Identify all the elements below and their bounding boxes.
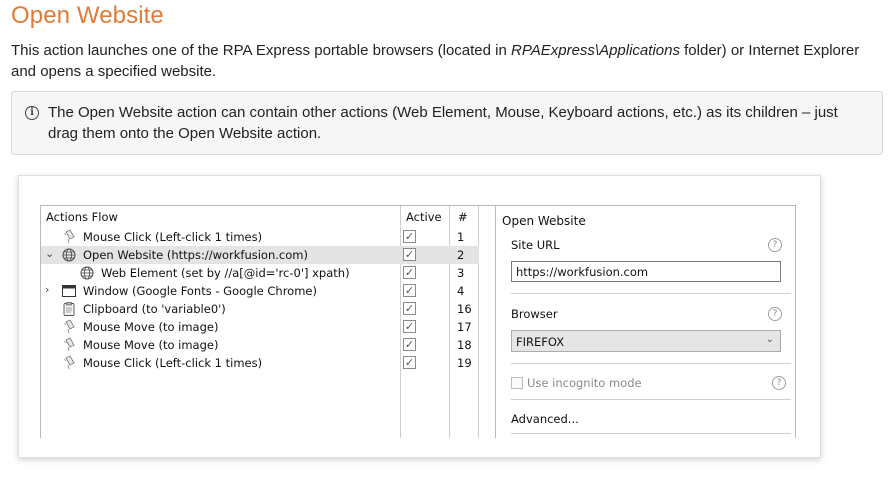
intro-paragraph: This action launches one of the RPA Expr… [11,40,881,82]
active-checkbox[interactable]: ✓ [403,284,416,297]
window-icon [61,283,77,299]
page-title: Open Website [11,2,164,29]
chevron-down-icon[interactable]: ⌄ [45,247,55,260]
site-url-help-icon[interactable]: ? [768,238,782,252]
table-row[interactable]: Mouse Click (Left-click 1 times) ✓ 1 [41,228,479,246]
action-number: 18 [457,338,472,352]
actions-flow-panel: Actions Flow Active # Mouse Click (Left-… [40,205,502,438]
action-label: Mouse Click (Left-click 1 times) [83,230,263,244]
browser-select-value: FIREFOX [516,335,565,349]
active-checkbox[interactable]: ✓ [403,248,416,261]
action-number: 4 [457,284,465,298]
column-header-number[interactable]: # [458,210,468,224]
mouse-icon [61,337,77,353]
table-row[interactable]: Mouse Click (Left-click 1 times) ✓ 19 [41,354,479,372]
column-header-actions-flow[interactable]: Actions Flow [46,210,118,224]
section-divider [511,293,791,294]
incognito-checkbox[interactable]: Use incognito mode [511,376,642,390]
section-divider [511,399,791,400]
intro-text-start: This action launches one of the RPA Expr… [11,42,511,59]
incognito-help-icon[interactable]: ? [772,376,786,390]
action-number: 16 [457,302,472,316]
table-row[interactable]: › Window (Google Fonts - Google Chrome) ✓ 4 [41,282,479,300]
globe-icon [61,247,77,263]
section-divider [511,433,791,434]
info-note: i The Open Website action can contain ot… [11,91,883,155]
active-checkbox[interactable]: ✓ [403,356,416,369]
mouse-icon [61,229,77,245]
action-label: Clipboard (to 'variable0') [83,302,226,316]
action-label: Mouse Move (to image) [83,320,219,334]
incognito-label: Use incognito mode [527,376,642,390]
action-label: Web Element (set by //a[@id='rc-0'] xpat… [101,266,350,280]
checkbox-box[interactable] [511,377,523,389]
action-number: 1 [457,230,465,244]
browser-label: Browser [511,307,558,321]
table-row[interactable]: Clipboard (to 'variable0') ✓ 16 [41,300,479,318]
site-url-label: Site URL [511,238,560,252]
action-number: 2 [457,248,465,262]
site-url-input[interactable]: https://workfusion.com [511,261,781,282]
active-checkbox[interactable]: ✓ [403,266,416,279]
properties-title: Open Website [502,214,586,228]
browser-help-icon[interactable]: ? [768,307,782,321]
column-header-active[interactable]: Active [406,210,442,224]
active-checkbox[interactable]: ✓ [403,338,416,351]
advanced-link[interactable]: Advanced... [511,412,579,426]
screenshot-panel: Actions Flow Active # Mouse Click (Left-… [18,175,821,458]
table-row[interactable]: Mouse Move (to image) ✓ 18 [41,336,479,354]
intro-path: RPAExpress\Applications [511,42,680,59]
active-checkbox[interactable]: ✓ [403,302,416,315]
table-row[interactable]: Web Element (set by //a[@id='rc-0'] xpat… [41,264,479,282]
action-number: 19 [457,356,472,370]
actions-flow-header: Actions Flow Active # [41,206,501,225]
table-row[interactable]: ⌄ Open Website (https://workfusion.com) ✓ 2 [41,246,479,264]
section-divider [511,363,791,364]
globe-icon [79,265,95,281]
active-checkbox[interactable]: ✓ [403,230,416,243]
note-text: The Open Website action can contain othe… [48,104,838,142]
mouse-icon [61,355,77,371]
action-label: Mouse Click (Left-click 1 times) [83,356,263,370]
chevron-down-icon: ⌄ [765,334,774,345]
active-checkbox[interactable]: ✓ [403,320,416,333]
info-icon: i [25,106,39,120]
mouse-icon [61,319,77,335]
properties-panel: Open Website Site URL ? https://workfusi… [495,205,796,438]
browser-section: Browser ? [511,307,791,323]
action-label: Open Website (https://workfusion.com) [83,248,308,262]
table-row[interactable]: Mouse Move (to image) ✓ 17 [41,318,479,336]
browser-select[interactable]: FIREFOX ⌄ [511,330,781,352]
action-label: Window (Google Fonts - Google Chrome) [83,284,317,298]
action-number: 3 [457,266,465,280]
action-number: 17 [457,320,472,334]
clipboard-icon [61,301,77,317]
chevron-right-icon[interactable]: › [45,283,55,296]
action-label: Mouse Move (to image) [83,338,219,352]
site-url-section: Site URL ? [511,238,791,254]
